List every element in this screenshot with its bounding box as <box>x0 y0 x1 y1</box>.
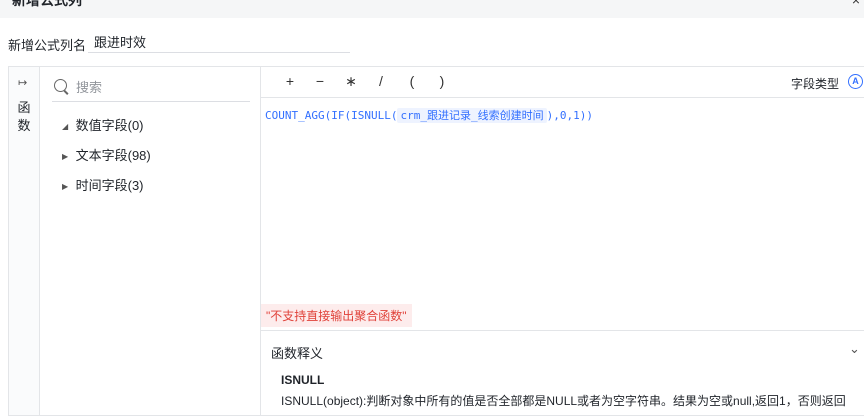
tree-group-time[interactable]: ▶ 时间字段(3) <box>62 176 144 196</box>
caret-down-icon: ◢ <box>62 121 69 131</box>
error-message: "不支持直接输出聚合函数" <box>261 304 412 327</box>
plus-operator-button[interactable]: + <box>281 73 299 89</box>
operator-toolbar: + − ∗ / ( ) 字段类型 A <box>261 67 864 98</box>
collapse-arrow-icon[interactable]: ↦ <box>18 76 27 89</box>
column-name-label: 新增公式列名 <box>8 38 87 53</box>
caret-right-icon: ▶ <box>62 151 69 161</box>
function-help: 函数释义 ⌄ ISNULL ISNULL(object):判断对象中所有的值是否… <box>261 330 864 415</box>
formula-field-token[interactable]: crm_跟进记录_线索创建时间 <box>397 108 547 123</box>
tree-group-label: 时间字段(3) <box>75 178 144 193</box>
close-paren-button[interactable]: ) <box>433 73 451 89</box>
search-input[interactable] <box>76 77 236 97</box>
column-name-input[interactable] <box>88 31 350 53</box>
formula-editor[interactable]: + − ∗ / ( ) 字段类型 A COUNT_AGG(IF(ISNULL(c… <box>261 67 864 329</box>
formula-suffix: ),0,1)) <box>546 109 593 122</box>
field-type-label: 字段类型 <box>791 77 840 91</box>
tree-group-label: 文本字段(98) <box>75 148 151 163</box>
tree-group-numeric[interactable]: ◢ 数值字段(0) <box>62 116 144 136</box>
formula-text[interactable]: COUNT_AGG(IF(ISNULL(crm_跟进记录_线索创建时间),0,1… <box>265 107 593 123</box>
formula-panel: ↦ 函数 ◢ 数值字段(0) ▶ 文本字段(98) ▶ 时间字段(3) + − … <box>8 66 864 416</box>
function-name: ISNULL <box>281 373 325 387</box>
help-title: 函数释义 <box>271 346 324 361</box>
close-icon[interactable]: × <box>852 0 860 9</box>
minus-operator-button[interactable]: − <box>311 73 329 89</box>
field-type-icon[interactable]: A <box>848 74 863 89</box>
dialog-header: 新增公式列 × <box>0 0 864 18</box>
dialog-title: 新增公式列 <box>12 0 82 8</box>
function-rail[interactable]: ↦ 函数 <box>9 67 40 415</box>
search-icon <box>54 79 67 92</box>
tree-group-text[interactable]: ▶ 文本字段(98) <box>62 146 151 166</box>
open-paren-button[interactable]: ( <box>403 73 421 89</box>
divide-operator-button[interactable]: / <box>372 73 390 89</box>
chevron-down-icon[interactable]: ⌄ <box>849 341 860 357</box>
field-list: ◢ 数值字段(0) ▶ 文本字段(98) ▶ 时间字段(3) <box>40 67 261 415</box>
function-description: ISNULL(object):判断对象中所有的值是否全部都是NULL或者为空字符… <box>281 394 846 408</box>
field-search[interactable] <box>52 75 250 102</box>
formula-prefix: COUNT_AGG(IF(ISNULL( <box>265 109 398 122</box>
multiply-operator-button[interactable]: ∗ <box>342 73 360 90</box>
caret-right-icon: ▶ <box>62 181 69 191</box>
function-tab-label[interactable]: 函数 <box>17 99 31 135</box>
tree-group-label: 数值字段(0) <box>75 118 144 133</box>
